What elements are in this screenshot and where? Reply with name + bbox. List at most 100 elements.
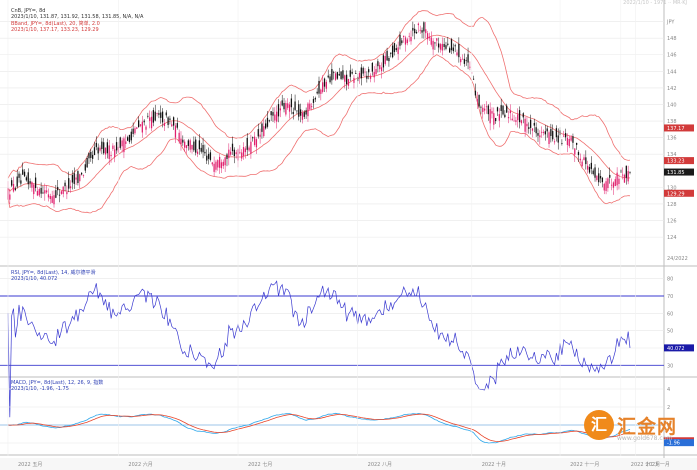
candle-body [57,186,59,191]
candle-body [285,103,287,115]
candle-body [401,40,403,44]
candle-body [384,56,386,64]
candle-body [493,113,495,125]
candle-body [417,23,420,26]
fx-chart[interactable]: JPY1481461441421401381361341301281261242… [0,0,697,470]
candle-body [154,111,156,121]
candle-body [482,107,484,112]
candle-body [598,173,600,183]
candle-body [47,194,50,198]
candle-body [517,114,519,121]
candle-body [375,68,377,75]
candle-body [585,157,587,165]
candle-body [228,149,230,159]
candle-body [461,58,464,60]
candle-body [410,36,412,42]
candle-body [29,181,31,184]
candle-body [621,174,624,176]
candle-body [439,44,442,50]
price-tick-label: 128 [667,202,677,208]
x-axis-month-label: 2022 六月 [128,461,152,468]
candle-body [441,43,443,51]
bollinger-middle-line [7,34,631,192]
candle-body [373,72,375,78]
price-tick-label: 142 [667,86,677,92]
candle-body [572,136,574,143]
candle-body [460,59,462,63]
candle-body [504,114,506,118]
candle-body [281,100,283,106]
candle-body [557,135,559,143]
candle-body [419,29,421,31]
candle-body [500,105,502,111]
candle-body [515,120,517,122]
candle-body [529,119,532,128]
candle-body [395,48,397,51]
candle-body [217,160,219,168]
x-axis-month-label: 2022 五月 [18,462,42,468]
candle-body [239,152,241,154]
candle-body [16,176,18,187]
candle-body [489,109,491,124]
price-tag-label: 131.85 [667,170,685,176]
candle-body [224,157,226,166]
candle-body [257,129,259,137]
candle-body [255,139,258,148]
candle-body [507,117,510,119]
candle-body [408,35,410,37]
candle-body [263,126,265,137]
candle-body [391,45,394,58]
rsi-values: 2023/1/10, 40.072 [11,276,58,283]
candle-body [612,182,615,188]
rsi-tick-label: 30 [667,363,673,369]
candle-body [198,140,201,150]
candle-body [73,173,75,184]
candle-body [272,112,274,116]
candle-body [535,127,537,134]
candle-body [625,165,627,178]
candle-body [143,120,145,123]
candle-body [390,52,392,54]
candle-body [450,39,453,51]
candle-body [415,32,418,34]
candle-body [583,157,585,161]
candle-body [347,78,350,86]
candle-body [202,144,204,153]
candle-body [92,154,94,159]
candle-body [104,147,107,155]
candle-body [397,47,399,54]
candle-body [84,164,86,171]
candle-body [288,104,291,112]
candle-body [610,184,613,186]
candle-body [316,91,318,94]
candle-body [520,120,523,124]
candle-body [279,108,281,111]
candle-body [200,147,202,152]
candle-body [379,65,381,70]
candle-body [77,171,79,184]
candle-body [509,110,512,114]
candle-body [474,90,477,96]
price-tick-label: 136 [667,136,677,142]
candle-body [305,110,307,115]
candle-body [101,141,103,150]
candle-body [69,186,72,189]
candle-body [209,152,212,160]
candle-body [165,112,167,116]
candle-body [248,147,250,151]
candle-body [152,110,155,123]
candle-body [195,139,197,153]
candle-body [605,181,607,191]
candle-body [404,37,407,45]
candle-body [596,175,598,180]
candle-body [506,105,508,113]
candle-body [336,72,339,79]
candle-body [20,180,22,184]
candle-body [445,45,447,49]
candle-body [467,54,469,63]
candle-body [277,104,280,117]
candle-body [555,128,558,138]
candle-body [53,195,55,205]
price-tick-label: 140 [667,102,677,108]
price-tag-label: 129.29 [667,191,685,197]
